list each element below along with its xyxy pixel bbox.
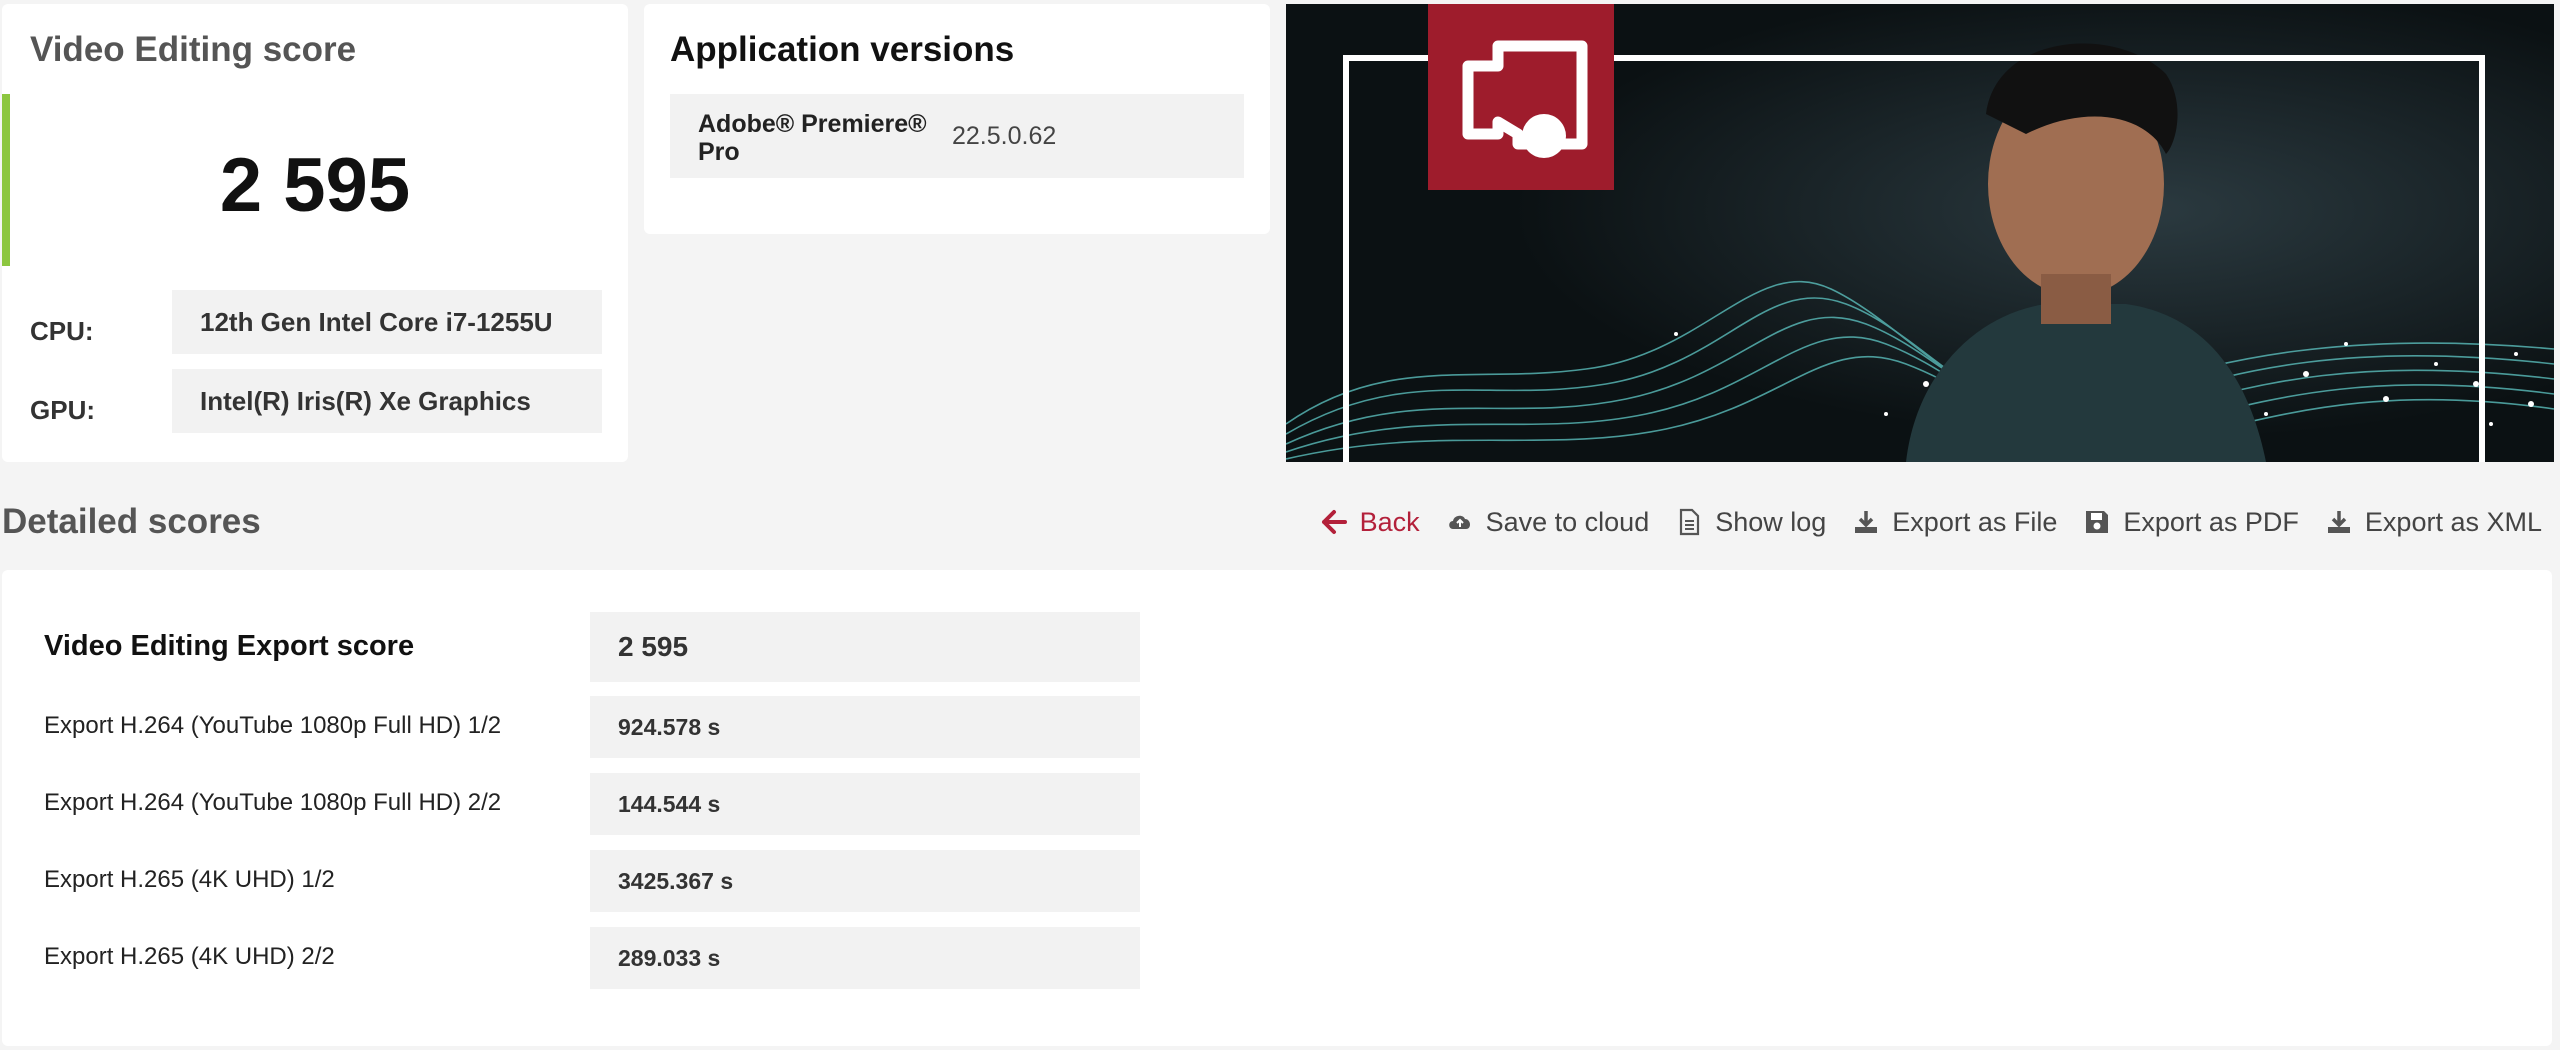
arrow-left-icon [1321, 510, 1347, 534]
download-icon [1855, 511, 1878, 533]
subtest-value: 924.578 s [590, 696, 1140, 758]
export-xml-label: Export as XML [2364, 506, 2542, 537]
cpu-value: 12th Gen Intel Core i7-1255U [172, 290, 602, 354]
export-file-label: Export as File [1892, 506, 2058, 537]
subtest-value: 144.544 s [590, 773, 1140, 835]
gpu-label: GPU: [30, 395, 95, 425]
subtest-label: Export H.264 (YouTube 1080p Full HD) 2/2 [44, 789, 502, 816]
show-log-button[interactable]: Show log [1675, 507, 1826, 538]
back-button[interactable]: Back [1320, 507, 1420, 538]
export-xml-button[interactable]: Export as XML [2325, 507, 2542, 538]
save-to-cloud-label: Save to cloud [1485, 506, 1650, 537]
banner-illustration [1286, 4, 2554, 462]
export-file-button[interactable]: Export as File [1852, 507, 2057, 538]
subtest-value: 3425.367 s [590, 850, 1140, 912]
back-label: Back [1359, 506, 1420, 537]
subtest-label: Export H.265 (4K UHD) 2/2 [44, 943, 335, 970]
cpu-label: CPU: [30, 316, 94, 346]
subtest-label: Export H.264 (YouTube 1080p Full HD) 1/2 [44, 712, 502, 739]
save-to-cloud-button[interactable]: Save to cloud [1446, 506, 1650, 538]
export-pdf-button[interactable]: Export as PDF [2083, 507, 2299, 538]
gpu-value: Intel(R) Iris(R) Xe Graphics [172, 369, 602, 433]
show-log-label: Show log [1715, 506, 1827, 537]
export-pdf-label: Export as PDF [2123, 506, 2299, 537]
hero-banner [1286, 4, 2554, 462]
cloud-upload-icon [1448, 515, 1470, 529]
subtest-value: 289.033 s [590, 927, 1140, 989]
score-card-title: Video Editing score [30, 30, 357, 69]
application-versions-card: Application versions Adobe® Premiere® Pr… [644, 4, 1270, 234]
download-icon [2327, 511, 2350, 533]
overall-score: 2 595 [219, 143, 411, 228]
application-versions-title: Application versions [670, 30, 1015, 69]
floppy-disk-icon [2086, 511, 2109, 533]
subtest-label: Export H.265 (4K UHD) 1/2 [44, 866, 335, 893]
detailed-scores-title: Detailed scores [2, 502, 261, 541]
app-version: 22.5.0.62 [952, 122, 1057, 150]
export-score-value: 2 595 [590, 612, 1140, 682]
app-version-row: Adobe® Premiere® Pro 22.5.0.62 [670, 94, 1244, 178]
export-score-label: Video Editing Export score [44, 630, 415, 662]
result-toolbar: Back Save to cloud Show log Export as Fi… [1320, 500, 2542, 544]
app-name: Adobe® Premiere® Pro [698, 110, 927, 166]
video-camera-icon [1428, 4, 1614, 190]
document-icon [1680, 508, 1700, 536]
detailed-scores-card: Video Editing Export score 2 595 Export … [2, 570, 2552, 1046]
video-editing-score-card: Video Editing score 2 595 CPU: 12th Gen … [2, 4, 628, 462]
